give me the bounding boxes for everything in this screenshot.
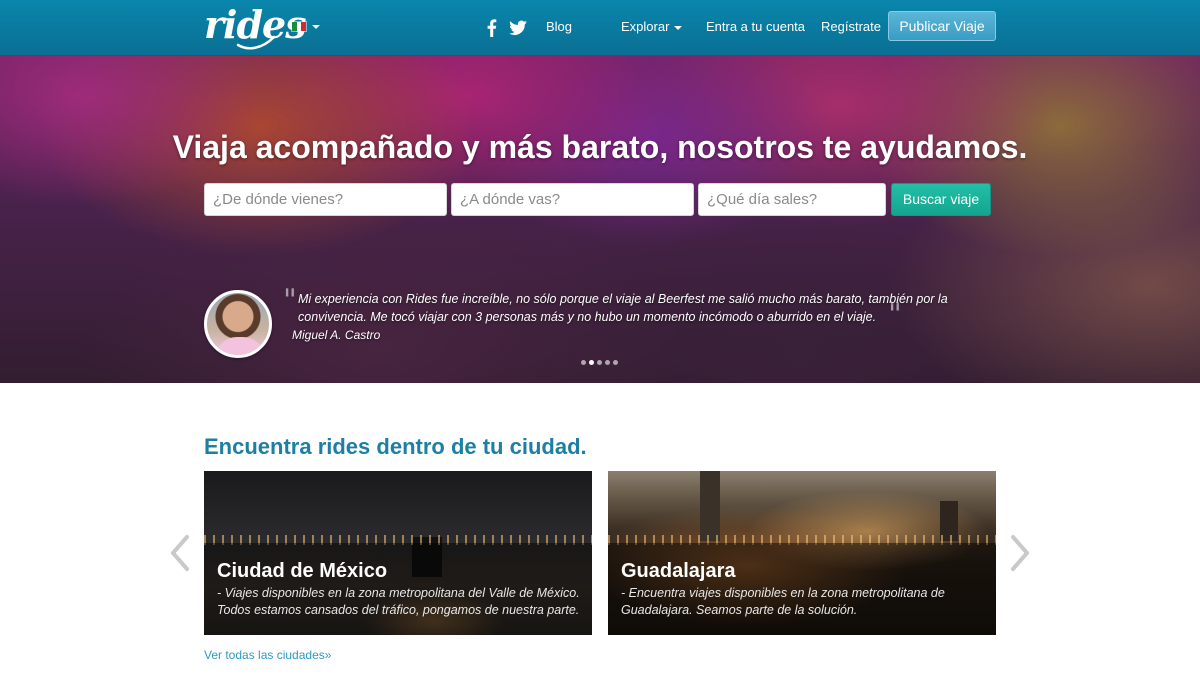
nav-explore-label: Explorar [621, 19, 670, 34]
testimonial-line-1: Mi experiencia con Rides fue increíble, … [298, 292, 948, 306]
origin-search-input[interactable] [204, 183, 447, 216]
testimonial-author: Miguel A. Castro [292, 328, 381, 342]
cities-section-title: Encuentra rides dentro de tu ciudad. [204, 434, 587, 459]
city-card-guadalajara[interactable]: Guadalajara - Encuentra viajes disponibl… [608, 471, 996, 635]
language-selector[interactable] [291, 21, 320, 32]
logo-swash-icon [236, 35, 276, 50]
see-all-cities-link[interactable]: Ver todas las ciudades» [204, 648, 331, 662]
facebook-icon[interactable] [482, 18, 502, 38]
testimonial-avatar [204, 290, 272, 358]
carousel-dot-active[interactable] [589, 360, 594, 365]
carousel-dot[interactable] [605, 360, 610, 365]
carousel-indicators [581, 360, 618, 365]
search-trip-button[interactable]: Buscar viaje [891, 183, 991, 216]
nav-blog-link[interactable]: Blog [546, 19, 572, 35]
carousel-dot[interactable] [613, 360, 618, 365]
hero-title: Viaja acompañado y más barato, nosotros … [172, 129, 1028, 165]
testimonial-quote: Mi experiencia con Rides fue increíble, … [298, 290, 978, 326]
chevron-right-icon[interactable] [1008, 534, 1032, 572]
top-navbar: rides Blog Explorar Entra a tu cuenta Re… [0, 0, 1200, 56]
chevron-left-icon[interactable] [168, 534, 192, 572]
skyline-tower [700, 471, 720, 541]
nav-login-link[interactable]: Entra a tu cuenta [706, 19, 805, 35]
hero-banner: Viaja acompañado y más barato, nosotros … [0, 56, 1200, 383]
carousel-dot[interactable] [581, 360, 586, 365]
twitter-icon[interactable] [508, 18, 528, 38]
destination-search-input[interactable] [451, 183, 694, 216]
city-card-cdmx[interactable]: Ciudad de México - Viajes disponibles en… [204, 471, 592, 635]
date-search-input[interactable] [698, 183, 886, 216]
chevron-down-icon [312, 24, 320, 29]
publish-trip-button[interactable]: Publicar Viaje [888, 11, 996, 41]
open-quote-icon: " [283, 283, 297, 318]
nav-explore-dropdown[interactable]: Explorar [621, 19, 683, 35]
city-description: - Viajes disponibles en la zona metropol… [217, 586, 580, 617]
city-description: - Encuentra viajes disponibles en la zon… [621, 586, 945, 617]
avatar-shirt [215, 337, 265, 355]
mexico-flag-icon [291, 21, 307, 32]
nav-register-link[interactable]: Regístrate [821, 19, 881, 35]
hero-shade [0, 56, 1200, 383]
carousel-dot[interactable] [597, 360, 602, 365]
testimonial-line-2: convivencia. Me tocó viajar con 3 person… [298, 310, 877, 324]
city-name: Guadalajara [621, 560, 736, 582]
city-name: Ciudad de México [217, 560, 388, 582]
chevron-down-icon [674, 25, 683, 30]
